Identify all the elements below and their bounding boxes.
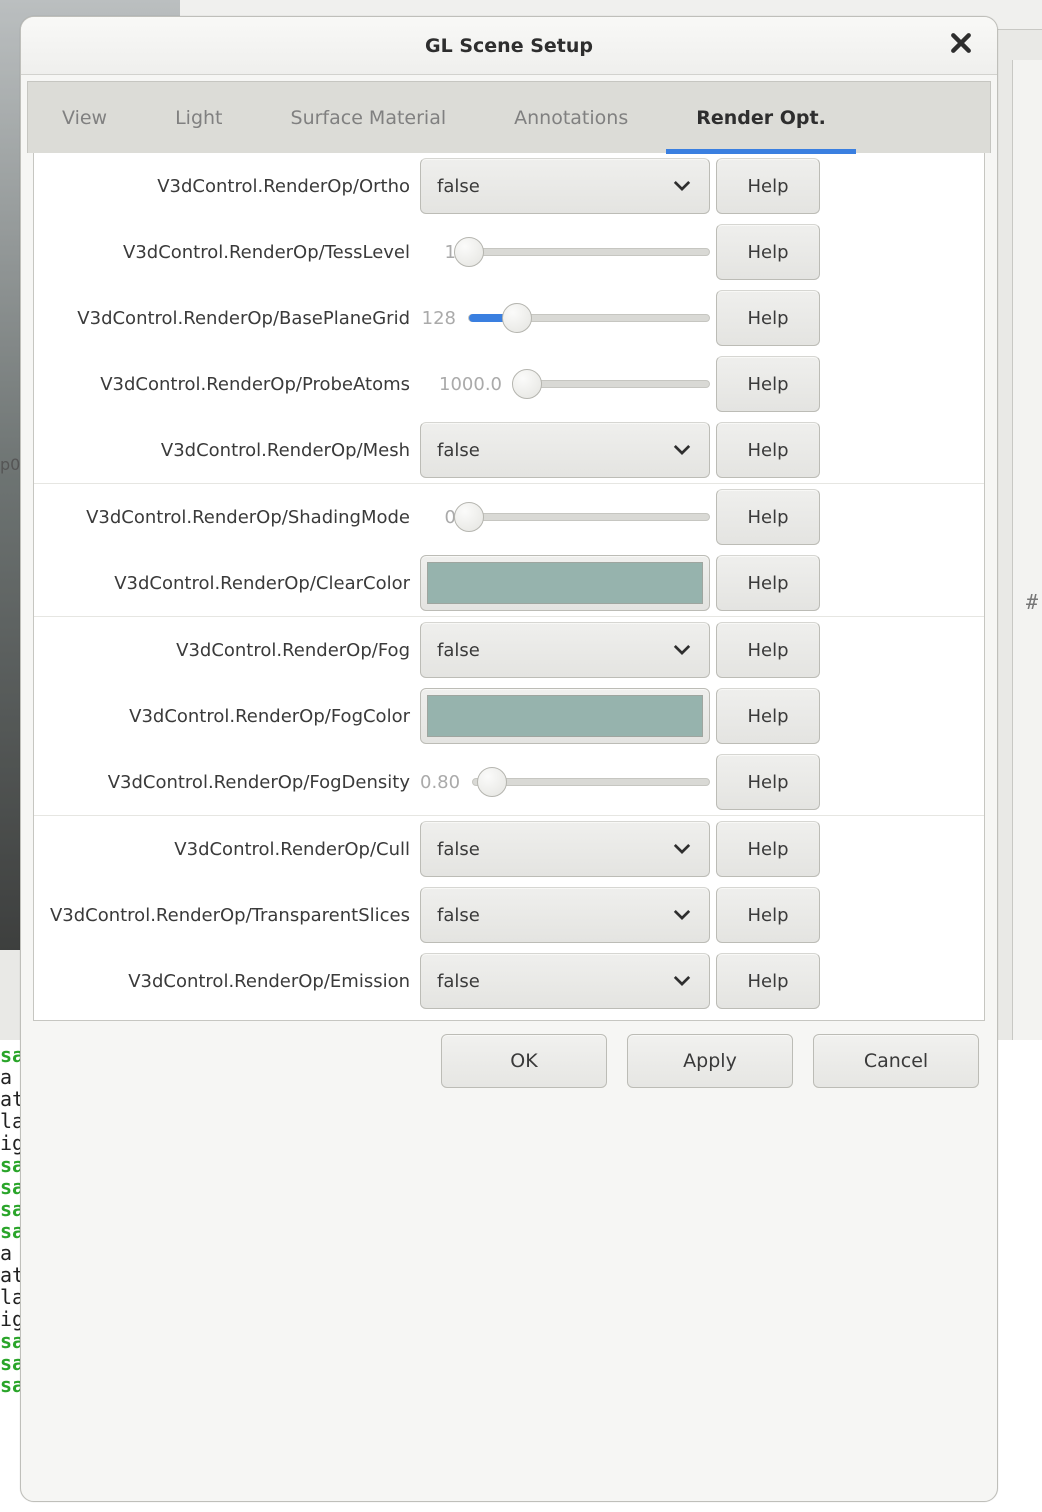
- background-text-p0: p0: [0, 455, 20, 474]
- titlebar: GL Scene Setup: [21, 17, 997, 75]
- property-dropdown[interactable]: false: [420, 158, 710, 214]
- dropdown-value: false: [437, 176, 480, 197]
- chevron-down-icon: [673, 843, 691, 855]
- property-slider[interactable]: 1: [420, 242, 710, 263]
- property-row: V3dControl.RenderOp/BasePlaneGrid128 Help: [34, 285, 984, 351]
- cancel-button[interactable]: Cancel: [813, 1034, 979, 1088]
- property-label: V3dControl.RenderOp/FogDensity: [40, 772, 420, 793]
- property-color-picker[interactable]: [420, 555, 710, 611]
- slider-thumb[interactable]: [477, 767, 507, 797]
- help-button[interactable]: Help: [716, 489, 820, 545]
- property-row: V3dControl.RenderOp/TransparentSlices fal…: [34, 882, 984, 948]
- property-row: V3dControl.RenderOp/Emission false Help: [34, 948, 984, 1014]
- tabs-container: ViewLightSurface MaterialAnnotationsRend…: [21, 75, 997, 1021]
- dropdown-value: false: [437, 839, 480, 860]
- color-swatch: [427, 562, 703, 604]
- ok-button[interactable]: OK: [441, 1034, 607, 1088]
- close-icon: [950, 32, 972, 54]
- dropdown-value: false: [437, 905, 480, 926]
- help-button[interactable]: Help: [716, 422, 820, 478]
- property-label: V3dControl.RenderOp/ShadingMode: [40, 507, 420, 528]
- property-label: V3dControl.RenderOp/Fog: [40, 640, 420, 661]
- help-button[interactable]: Help: [716, 356, 820, 412]
- tab-render-opt[interactable]: Render Opt.: [662, 82, 860, 153]
- property-slider[interactable]: 0: [420, 507, 710, 528]
- render-opt-panel: V3dControl.RenderOp/OrthofalseHelpV3dCon…: [33, 153, 985, 1021]
- help-button[interactable]: Help: [716, 754, 820, 810]
- chevron-down-icon: [673, 644, 691, 656]
- property-label: V3dControl.RenderOp/Mesh: [40, 440, 420, 461]
- background-hash-glyph: #: [1026, 590, 1038, 614]
- property-dropdown[interactable]: false: [420, 887, 710, 943]
- slider-value: 1000.0: [420, 374, 506, 395]
- property-label: V3dControl.RenderOp/TessLevel: [40, 242, 420, 263]
- property-row: V3dControl.RenderOp/Cull false Help: [34, 816, 984, 882]
- help-button[interactable]: Help: [716, 158, 820, 214]
- property-label: V3dControl.RenderOp/FogColor: [40, 706, 420, 727]
- chevron-down-icon: [673, 444, 691, 456]
- property-row: V3dControl.RenderOp/FogDensity0.80 Help: [34, 749, 984, 815]
- property-slider[interactable]: 128: [420, 308, 710, 329]
- slider-track[interactable]: [468, 248, 710, 256]
- property-dropdown[interactable]: false: [420, 422, 710, 478]
- help-button[interactable]: Help: [716, 887, 820, 943]
- property-row: V3dControl.RenderOp/ClearColor Help: [34, 550, 984, 616]
- tab-view[interactable]: View: [28, 82, 141, 153]
- property-slider[interactable]: 1000.0: [420, 374, 710, 395]
- property-slider[interactable]: 0.80: [420, 772, 710, 793]
- dropdown-value: false: [437, 640, 480, 661]
- dialog-footer: OK Apply Cancel: [21, 1021, 997, 1101]
- slider-value: 0.80: [420, 772, 464, 793]
- help-button[interactable]: Help: [716, 688, 820, 744]
- property-dropdown[interactable]: false: [420, 821, 710, 877]
- dropdown-value: false: [437, 440, 480, 461]
- slider-track[interactable]: [468, 314, 710, 322]
- tab-annotations[interactable]: Annotations: [480, 82, 662, 153]
- property-row: V3dControl.RenderOp/ProbeAtoms1000.0 Help: [34, 351, 984, 417]
- slider-thumb[interactable]: [512, 369, 542, 399]
- chevron-down-icon: [673, 975, 691, 987]
- help-button[interactable]: Help: [716, 555, 820, 611]
- close-button[interactable]: [943, 25, 979, 61]
- tab-light[interactable]: Light: [141, 82, 256, 153]
- property-label: V3dControl.RenderOp/Ortho: [40, 176, 420, 197]
- help-button[interactable]: Help: [716, 821, 820, 877]
- dropdown-value: false: [437, 971, 480, 992]
- help-button[interactable]: Help: [716, 953, 820, 1009]
- property-color-picker[interactable]: [420, 688, 710, 744]
- color-swatch: [427, 695, 703, 737]
- background-side-panel: [1012, 60, 1042, 1042]
- dialog-title: GL Scene Setup: [425, 35, 593, 57]
- property-dropdown[interactable]: false: [420, 953, 710, 1009]
- slider-value: 128: [420, 308, 460, 329]
- gl-scene-setup-dialog: GL Scene Setup ViewLightSurface Material…: [20, 16, 998, 1502]
- help-button[interactable]: Help: [716, 224, 820, 280]
- chevron-down-icon: [673, 180, 691, 192]
- property-label: V3dControl.RenderOp/Cull: [40, 839, 420, 860]
- help-button[interactable]: Help: [716, 290, 820, 346]
- help-button[interactable]: Help: [716, 622, 820, 678]
- property-row: V3dControl.RenderOp/ShadingMode0 Help: [34, 484, 984, 550]
- slider-thumb[interactable]: [502, 303, 532, 333]
- apply-button[interactable]: Apply: [627, 1034, 793, 1088]
- slider-track[interactable]: [468, 513, 710, 521]
- property-row: V3dControl.RenderOp/TessLevel1 Help: [34, 219, 984, 285]
- property-row: V3dControl.RenderOp/Ortho false Help: [34, 153, 984, 219]
- property-label: V3dControl.RenderOp/ClearColor: [40, 573, 420, 594]
- property-row: V3dControl.RenderOp/Mesh false Help: [34, 417, 984, 483]
- slider-track[interactable]: [514, 380, 710, 388]
- property-dropdown[interactable]: false: [420, 622, 710, 678]
- property-label: V3dControl.RenderOp/ProbeAtoms: [40, 374, 420, 395]
- chevron-down-icon: [673, 909, 691, 921]
- property-row: V3dControl.RenderOp/Fog false Help: [34, 617, 984, 683]
- slider-thumb[interactable]: [454, 237, 484, 267]
- property-label: V3dControl.RenderOp/BasePlaneGrid: [40, 308, 420, 329]
- tab-surface-material[interactable]: Surface Material: [257, 82, 481, 153]
- property-label: V3dControl.RenderOp/Emission: [40, 971, 420, 992]
- property-label: V3dControl.RenderOp/TransparentSlices: [40, 905, 420, 926]
- property-row: V3dControl.RenderOp/FogColor Help: [34, 683, 984, 749]
- tab-strip: ViewLightSurface MaterialAnnotationsRend…: [27, 81, 991, 153]
- slider-thumb[interactable]: [454, 502, 484, 532]
- slider-track[interactable]: [472, 778, 710, 786]
